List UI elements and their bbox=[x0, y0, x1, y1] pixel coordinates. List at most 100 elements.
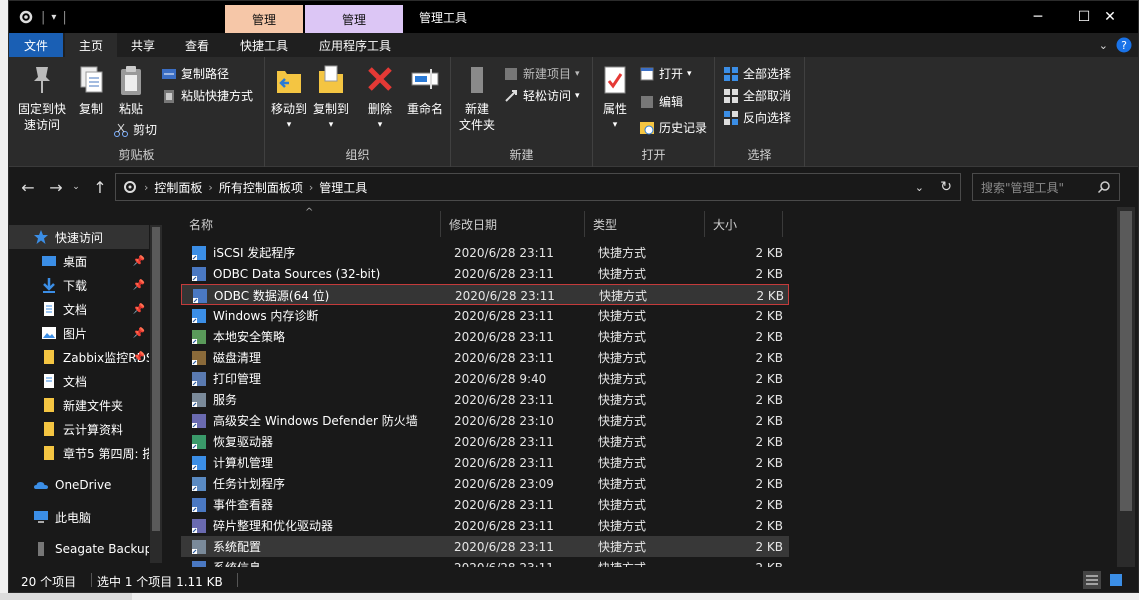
file-size: 2 KB bbox=[755, 392, 783, 407]
move-to-button[interactable]: 移动到 ▾ bbox=[269, 63, 309, 133]
file-row[interactable]: 恢复驱动器 2020/6/28 23:11 快捷方式 2 KB bbox=[181, 431, 789, 452]
nav-cloud-docs[interactable]: 云计算资料 bbox=[9, 417, 149, 441]
easy-access-dropdown-icon: ▾ bbox=[575, 90, 580, 101]
column-header-size[interactable]: 大小 bbox=[705, 211, 783, 237]
quick-access-dropdown-icon[interactable]: ▾ bbox=[51, 12, 56, 23]
address-dropdown-icon[interactable]: ⌄ bbox=[915, 181, 924, 194]
file-row[interactable]: 磁盘清理 2020/6/28 23:11 快捷方式 2 KB bbox=[181, 347, 789, 368]
file-row[interactable]: 系统信息 2020/6/28 23:11 快捷方式 2 KB bbox=[181, 557, 789, 567]
file-name: iSCSI 发起程序 bbox=[213, 246, 296, 260]
nav-documents-2-label: 文档 bbox=[63, 374, 88, 389]
file-type: 快捷方式 bbox=[598, 309, 647, 323]
shortcut-icon bbox=[193, 288, 207, 303]
copy-path-button[interactable]: 复制路径 bbox=[161, 65, 229, 82]
paste-shortcut-button[interactable]: 粘贴快捷方式 bbox=[161, 87, 253, 104]
file-row[interactable]: 本地安全策略 2020/6/28 23:11 快捷方式 2 KB bbox=[181, 326, 789, 347]
document-icon bbox=[44, 374, 54, 388]
file-row[interactable]: iSCSI 发起程序 2020/6/28 23:11 快捷方式 2 KB bbox=[181, 242, 789, 263]
tab-share[interactable]: 共享 bbox=[119, 33, 167, 57]
tab-home[interactable]: 主页 bbox=[65, 33, 117, 57]
recent-locations-chevron-icon[interactable]: ⌄ bbox=[69, 177, 83, 197]
cut-button[interactable]: 剪切 bbox=[113, 121, 157, 138]
copy-button[interactable]: 复制 bbox=[71, 63, 111, 117]
nav-downloads[interactable]: 下载 📌 bbox=[9, 273, 149, 297]
edit-button[interactable]: 编辑 bbox=[639, 93, 683, 110]
tab-shortcut-tools[interactable]: 快捷工具 bbox=[227, 33, 301, 57]
open-label: 打开 bbox=[659, 67, 684, 81]
nav-zabbix-folder[interactable]: Zabbix监控RDS 📌 bbox=[9, 345, 149, 369]
tab-view[interactable]: 查看 bbox=[171, 33, 223, 57]
file-size: 2 KB bbox=[755, 350, 783, 365]
column-header-name[interactable]: 名称 bbox=[181, 211, 441, 237]
history-icon bbox=[640, 121, 654, 134]
file-row[interactable]: 碎片整理和优化驱动器 2020/6/28 23:11 快捷方式 2 KB bbox=[181, 515, 789, 536]
new-folder-button[interactable]: 新建 文件夹 bbox=[455, 63, 499, 133]
file-name: 服务 bbox=[213, 393, 238, 407]
easy-access-button[interactable]: 轻松访问 ▾ bbox=[503, 87, 580, 104]
file-row[interactable]: ODBC Data Sources (32-bit) 2020/6/28 23:1… bbox=[181, 263, 789, 284]
address-bar[interactable]: › 控制面板 › 所有控制面板项 › 管理工具 ⌄ ↻ bbox=[115, 173, 961, 201]
file-row[interactable]: ODBC 数据源(64 位) 2020/6/28 23:11 快捷方式 2 KB bbox=[181, 284, 789, 305]
context-tab-manage-app[interactable]: 管理 bbox=[305, 5, 403, 33]
breadcrumb-all-items[interactable]: 所有控制面板项 bbox=[219, 179, 303, 196]
file-list-scrollbar[interactable] bbox=[1117, 207, 1135, 567]
column-header-type[interactable]: 类型 bbox=[585, 211, 705, 237]
pin-quick-access-button[interactable]: 固定到快 速访问 bbox=[13, 63, 71, 133]
file-list-scrollbar-thumb[interactable] bbox=[1120, 211, 1132, 511]
nav-quick-access[interactable]: 快速访问 bbox=[9, 225, 149, 249]
nav-seagate[interactable]: Seagate Backup bbox=[9, 537, 149, 561]
breadcrumb-admin-tools[interactable]: 管理工具 bbox=[319, 179, 367, 196]
tab-app-tools[interactable]: 应用程序工具 bbox=[307, 33, 403, 57]
delete-button[interactable]: 删除 ▾ bbox=[363, 63, 397, 133]
nav-this-pc[interactable]: 此电脑 bbox=[9, 505, 149, 529]
nav-quick-access-label: 快速访问 bbox=[55, 230, 104, 245]
copy-to-button[interactable]: 复制到 ▾ bbox=[311, 63, 351, 133]
new-item-button[interactable]: 新建项目 ▾ bbox=[503, 65, 580, 82]
nav-new-folder[interactable]: 新建文件夹 bbox=[9, 393, 149, 417]
file-row[interactable]: Windows 内存诊断 2020/6/28 23:11 快捷方式 2 KB bbox=[181, 305, 789, 326]
group-label-open: 打开 bbox=[641, 148, 666, 162]
history-button[interactable]: 历史记录 bbox=[639, 119, 707, 136]
file-row[interactable]: 任务计划程序 2020/6/28 23:09 快捷方式 2 KB bbox=[181, 473, 789, 494]
pin-quick-access-label-1: 固定到快 bbox=[17, 102, 66, 116]
nav-scrollbar-thumb[interactable] bbox=[152, 227, 160, 531]
up-arrow-icon[interactable]: ↑ bbox=[89, 177, 111, 197]
nav-desktop[interactable]: 桌面 📌 bbox=[9, 249, 149, 273]
file-row[interactable]: 打印管理 2020/6/28 9:40 快捷方式 2 KB bbox=[181, 368, 789, 389]
details-view-icon[interactable] bbox=[1083, 571, 1101, 589]
forward-arrow-icon[interactable]: → bbox=[45, 177, 67, 197]
search-box[interactable]: 搜索"管理工具" bbox=[972, 173, 1120, 201]
nav-documents-2[interactable]: 文档 bbox=[9, 369, 149, 393]
breadcrumb-control-panel[interactable]: 控制面板 bbox=[154, 179, 202, 196]
select-all-button[interactable]: 全部选择 bbox=[723, 65, 791, 82]
control-panel-gear-icon[interactable] bbox=[17, 8, 35, 26]
minimize-button[interactable]: ─ bbox=[1015, 1, 1061, 33]
nav-onedrive[interactable]: OneDrive bbox=[9, 473, 149, 497]
file-row[interactable]: 高级安全 Windows Defender 防火墙 2020/6/28 23:10… bbox=[181, 410, 789, 431]
tab-file[interactable]: 文件 bbox=[9, 33, 63, 57]
nav-chapter5[interactable]: 章节5 第四周: 搭 bbox=[9, 441, 149, 465]
collapse-ribbon-icon[interactable]: ⌄ bbox=[1099, 39, 1108, 52]
open-button[interactable]: 打开 ▾ bbox=[639, 65, 692, 82]
invert-selection-button[interactable]: 反向选择 bbox=[723, 109, 791, 126]
large-icons-view-icon[interactable] bbox=[1107, 571, 1125, 589]
context-tab-manage-shortcut[interactable]: 管理 bbox=[225, 5, 303, 33]
breadcrumb-separator-icon: › bbox=[208, 180, 213, 194]
paste-button[interactable]: 粘贴 bbox=[111, 63, 151, 117]
file-row[interactable]: 计算机管理 2020/6/28 23:11 快捷方式 2 KB bbox=[181, 452, 789, 473]
help-icon[interactable]: ? bbox=[1116, 37, 1132, 53]
refresh-icon[interactable]: ↻ bbox=[940, 179, 952, 195]
select-none-button[interactable]: 全部取消 bbox=[723, 87, 791, 104]
file-row[interactable]: 系统配置 2020/6/28 23:11 快捷方式 2 KB bbox=[181, 536, 789, 557]
rename-button[interactable]: 重命名 bbox=[403, 63, 447, 117]
open-dropdown-icon: ▾ bbox=[687, 68, 692, 79]
file-row[interactable]: 服务 2020/6/28 23:11 快捷方式 2 KB bbox=[181, 389, 789, 410]
file-row[interactable]: 事件查看器 2020/6/28 23:11 快捷方式 2 KB bbox=[181, 494, 789, 515]
back-arrow-icon[interactable]: ← bbox=[17, 177, 39, 197]
nav-scrollbar[interactable] bbox=[150, 225, 162, 563]
nav-pictures[interactable]: 图片 📌 bbox=[9, 321, 149, 345]
column-header-date[interactable]: 修改日期 bbox=[441, 211, 585, 237]
properties-button[interactable]: 属性 ▾ bbox=[597, 63, 633, 133]
close-button[interactable]: ✕ bbox=[1087, 1, 1133, 33]
nav-documents[interactable]: 文档 📌 bbox=[9, 297, 149, 321]
